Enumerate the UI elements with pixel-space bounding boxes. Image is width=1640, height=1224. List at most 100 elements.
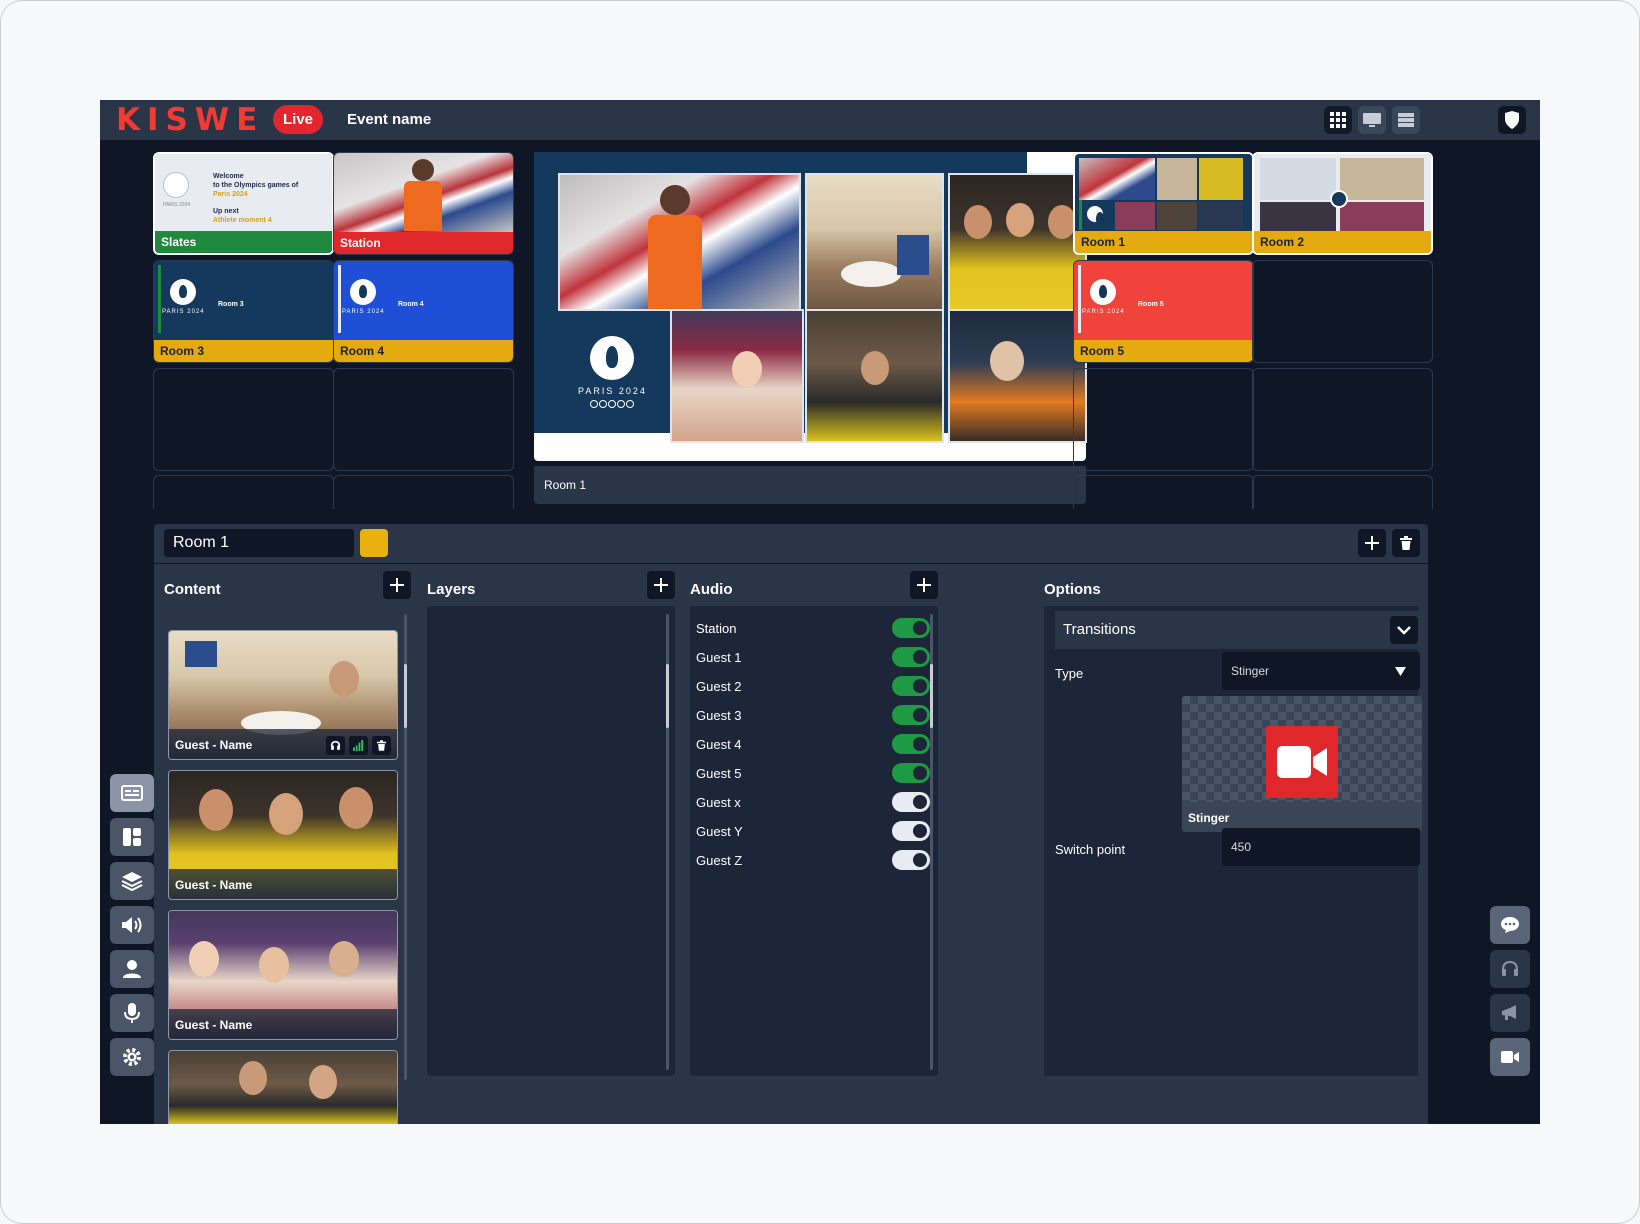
stinger-preview[interactable]: Stinger <box>1182 696 1422 832</box>
paris-flame-icon <box>163 172 189 198</box>
headset-icon <box>1502 960 1518 976</box>
content-card-guest[interactable]: Guest - Name <box>168 770 398 900</box>
sidebar-audio-button[interactable] <box>110 906 154 944</box>
audio-row-guest-4: Guest 4 <box>696 730 930 758</box>
empty-room-slot[interactable] <box>1252 368 1433 471</box>
audio-toggle[interactable] <box>892 792 930 812</box>
sidebar-mic-button[interactable] <box>110 994 154 1032</box>
transitions-collapse-button[interactable] <box>1390 616 1418 644</box>
empty-source-slot[interactable] <box>333 368 514 471</box>
list-view-button[interactable] <box>1392 106 1420 134</box>
empty-source-slot[interactable] <box>333 475 514 509</box>
chat-button[interactable] <box>1490 906 1530 944</box>
content-card-guest[interactable]: Guest - Name <box>168 630 398 760</box>
layers-icon <box>121 872 143 891</box>
sidebar-layers-button[interactable] <box>110 862 154 900</box>
empty-room-slot[interactable] <box>1073 368 1254 471</box>
sidebar-settings-button[interactable] <box>110 1038 154 1076</box>
type-label: Type <box>1055 666 1084 681</box>
chat-bubble-icon <box>1501 917 1519 933</box>
plus-icon <box>390 578 404 592</box>
add-layer-button[interactable] <box>647 571 675 599</box>
audio-row-guest-2: Guest 2 <box>696 672 930 700</box>
sidebar-guests-button[interactable] <box>110 950 154 988</box>
signal-bars-icon[interactable] <box>349 736 368 755</box>
content-card-label: Guest - Name <box>169 1009 397 1039</box>
program-monitor[interactable]: PARIS 2024 <box>534 152 1087 461</box>
app-window: KISWE Live Event name PARIS 2024 Welcome… <box>100 100 1540 1124</box>
audio-source-label: Guest 3 <box>696 708 742 723</box>
empty-room-slot[interactable] <box>1073 475 1254 509</box>
stinger-label: Stinger <box>1188 811 1230 825</box>
content-card-guest[interactable] <box>168 1050 398 1124</box>
content-scroll-thumb[interactable] <box>404 664 407 728</box>
audio-toggle[interactable] <box>892 676 930 696</box>
paris-text: PARIS 2024 <box>342 309 385 315</box>
tile-caption: Room 1 <box>1075 231 1252 253</box>
audio-toggle[interactable] <box>892 734 930 754</box>
audio-level-bar <box>158 265 161 333</box>
room-tile-room-2[interactable]: Room 2 <box>1252 152 1433 255</box>
grid-view-button[interactable] <box>1324 106 1352 134</box>
transitions-header[interactable]: Transitions <box>1055 611 1419 649</box>
empty-source-slot[interactable] <box>153 475 334 509</box>
source-tile-slates[interactable]: PARIS 2024 Welcome to the Olympics games… <box>153 152 334 255</box>
microphone-icon <box>124 1003 140 1023</box>
add-room-button[interactable] <box>1358 529 1386 557</box>
audio-toggle[interactable] <box>892 850 930 870</box>
audio-column-title: Audio <box>690 581 733 598</box>
tile-caption: Room 5 <box>1074 340 1253 362</box>
audio-toggle[interactable] <box>892 705 930 725</box>
transition-type-select[interactable]: Stinger <box>1222 652 1420 690</box>
audio-toggle[interactable] <box>892 763 930 783</box>
room-tile-room-5[interactable]: PARIS 2024 Room 5 Room 5 <box>1073 260 1254 363</box>
switch-point-input[interactable]: 450 <box>1222 828 1420 866</box>
delete-room-button[interactable] <box>1392 529 1420 557</box>
paris-text: PARIS 2024 <box>1082 309 1125 315</box>
audio-source-label: Guest x <box>696 795 741 810</box>
add-audio-button[interactable] <box>910 571 938 599</box>
audio-toggle[interactable] <box>892 821 930 841</box>
layout-icon <box>123 828 141 846</box>
announce-button[interactable] <box>1490 994 1530 1032</box>
room-tile-room-1[interactable]: Room 1 <box>1073 152 1254 255</box>
empty-source-slot[interactable] <box>153 368 334 471</box>
source-tile-room-4[interactable]: PARIS 2024 Room 4 Room 4 <box>333 260 514 363</box>
live-badge[interactable]: Live <box>273 105 323 134</box>
tile-caption: Room 4 <box>334 340 513 362</box>
content-card-guest[interactable]: Guest - Name <box>168 910 398 1040</box>
room-color-swatch[interactable] <box>360 529 388 557</box>
camera-button[interactable] <box>1490 1038 1530 1076</box>
megaphone-icon <box>1502 1005 1516 1020</box>
program-guest-feed-1 <box>805 173 944 311</box>
room-4-thumbnail: PARIS 2024 Room 4 <box>334 261 513 340</box>
source-tile-station[interactable]: Station <box>333 152 514 255</box>
audio-row-guest-z: Guest Z <box>696 846 930 874</box>
plus-icon <box>1365 536 1379 550</box>
sidebar-slates-button[interactable] <box>110 774 154 812</box>
monitor-view-button[interactable] <box>1358 106 1386 134</box>
empty-room-slot[interactable] <box>1252 475 1433 509</box>
content-card-actions <box>326 736 391 755</box>
paris-flame-icon <box>1090 279 1116 305</box>
empty-room-slot[interactable] <box>1252 260 1433 363</box>
add-content-button[interactable] <box>383 571 411 599</box>
headset-icon[interactable] <box>326 736 345 755</box>
top-bar: KISWE Live Event name <box>100 100 1540 140</box>
audio-toggle[interactable] <box>892 647 930 667</box>
audio-source-label: Guest 5 <box>696 766 742 781</box>
paris-flame-icon <box>590 336 635 380</box>
sidebar-layout-button[interactable] <box>110 818 154 856</box>
audio-scroll-thumb[interactable] <box>930 664 933 728</box>
list-icon <box>1398 113 1414 127</box>
account-button[interactable] <box>1498 106 1526 134</box>
room-name-input[interactable]: Room 1 <box>164 529 354 557</box>
intercom-button[interactable] <box>1490 950 1530 988</box>
shield-icon <box>1505 111 1519 129</box>
audio-row-station: Station <box>696 614 930 642</box>
room-5-thumb-label: Room 5 <box>1138 301 1164 308</box>
trash-icon[interactable] <box>372 736 391 755</box>
audio-toggle[interactable] <box>892 618 930 638</box>
layers-scroll-thumb[interactable] <box>666 664 669 728</box>
source-tile-room-3[interactable]: PARIS 2024 Room 3 Room 3 <box>153 260 334 363</box>
